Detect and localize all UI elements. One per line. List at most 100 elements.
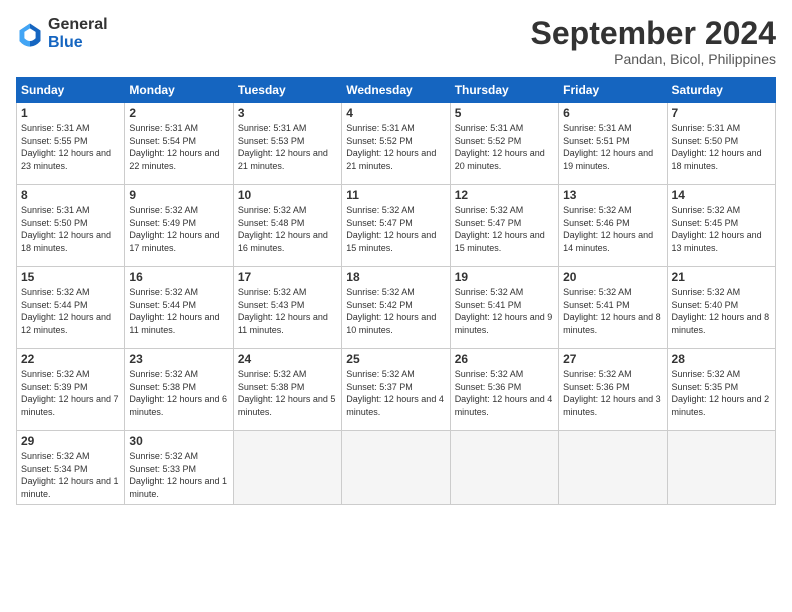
day-number: 3 — [238, 106, 337, 120]
sunrise-text: Sunrise: 5:32 AM — [346, 287, 415, 297]
header-wednesday: Wednesday — [342, 78, 450, 103]
sunrise-text: Sunrise: 5:31 AM — [346, 123, 415, 133]
sunset-text: Sunset: 5:44 PM — [21, 300, 88, 310]
sunset-text: Sunset: 5:53 PM — [238, 136, 305, 146]
sunrise-text: Sunrise: 5:31 AM — [455, 123, 524, 133]
sunset-text: Sunset: 5:50 PM — [21, 218, 88, 228]
day-number: 6 — [563, 106, 662, 120]
day-number: 17 — [238, 270, 337, 284]
daylight-text: Daylight: 12 hours and 4 minutes. — [346, 394, 444, 417]
sunset-text: Sunset: 5:45 PM — [672, 218, 739, 228]
calendar-cell: 22 Sunrise: 5:32 AM Sunset: 5:39 PM Dayl… — [17, 349, 125, 431]
calendar-cell: 30 Sunrise: 5:32 AM Sunset: 5:33 PM Dayl… — [125, 431, 233, 504]
daylight-text: Daylight: 12 hours and 17 minutes. — [129, 230, 219, 253]
sunset-text: Sunset: 5:38 PM — [129, 382, 196, 392]
sunset-text: Sunset: 5:41 PM — [563, 300, 630, 310]
daylight-text: Daylight: 12 hours and 21 minutes. — [346, 148, 436, 171]
sunset-text: Sunset: 5:54 PM — [129, 136, 196, 146]
month-title: September 2024 — [531, 16, 776, 51]
daylight-text: Daylight: 12 hours and 21 minutes. — [238, 148, 328, 171]
header-tuesday: Tuesday — [233, 78, 341, 103]
calendar-cell — [233, 431, 341, 504]
calendar-cell: 17 Sunrise: 5:32 AM Sunset: 5:43 PM Dayl… — [233, 267, 341, 349]
calendar-cell: 5 Sunrise: 5:31 AM Sunset: 5:52 PM Dayli… — [450, 103, 558, 185]
sunrise-text: Sunrise: 5:31 AM — [672, 123, 741, 133]
sunrise-text: Sunrise: 5:32 AM — [563, 369, 632, 379]
sunrise-text: Sunrise: 5:32 AM — [129, 369, 198, 379]
sunrise-text: Sunrise: 5:32 AM — [563, 287, 632, 297]
calendar-cell: 23 Sunrise: 5:32 AM Sunset: 5:38 PM Dayl… — [125, 349, 233, 431]
sunset-text: Sunset: 5:39 PM — [21, 382, 88, 392]
page-container: General Blue September 2024 Pandan, Bico… — [0, 0, 792, 612]
day-number: 30 — [129, 434, 228, 448]
header-saturday: Saturday — [667, 78, 775, 103]
calendar-cell: 1 Sunrise: 5:31 AM Sunset: 5:55 PM Dayli… — [17, 103, 125, 185]
daylight-text: Daylight: 12 hours and 7 minutes. — [21, 394, 119, 417]
sunrise-text: Sunrise: 5:32 AM — [346, 205, 415, 215]
weekday-header-row: Sunday Monday Tuesday Wednesday Thursday… — [17, 78, 776, 103]
sunrise-text: Sunrise: 5:32 AM — [129, 205, 198, 215]
daylight-text: Daylight: 12 hours and 11 minutes. — [129, 312, 219, 335]
daylight-text: Daylight: 12 hours and 22 minutes. — [129, 148, 219, 171]
calendar-cell: 14 Sunrise: 5:32 AM Sunset: 5:45 PM Dayl… — [667, 185, 775, 267]
sunrise-text: Sunrise: 5:32 AM — [672, 369, 741, 379]
day-number: 18 — [346, 270, 445, 284]
day-number: 22 — [21, 352, 120, 366]
daylight-text: Daylight: 12 hours and 14 minutes. — [563, 230, 653, 253]
sunrise-text: Sunrise: 5:32 AM — [672, 287, 741, 297]
sunrise-text: Sunrise: 5:31 AM — [129, 123, 198, 133]
day-number: 5 — [455, 106, 554, 120]
sunrise-text: Sunrise: 5:32 AM — [129, 287, 198, 297]
sunrise-text: Sunrise: 5:32 AM — [346, 369, 415, 379]
sunrise-text: Sunrise: 5:32 AM — [455, 205, 524, 215]
calendar-cell: 15 Sunrise: 5:32 AM Sunset: 5:44 PM Dayl… — [17, 267, 125, 349]
calendar-cell: 21 Sunrise: 5:32 AM Sunset: 5:40 PM Dayl… — [667, 267, 775, 349]
daylight-text: Daylight: 12 hours and 10 minutes. — [346, 312, 436, 335]
logo-text: General Blue — [48, 16, 108, 51]
sunrise-text: Sunrise: 5:32 AM — [21, 369, 90, 379]
day-number: 7 — [672, 106, 771, 120]
sunrise-text: Sunrise: 5:32 AM — [455, 369, 524, 379]
day-number: 29 — [21, 434, 120, 448]
calendar-cell — [342, 431, 450, 504]
daylight-text: Daylight: 12 hours and 18 minutes. — [672, 148, 762, 171]
sunrise-text: Sunrise: 5:32 AM — [672, 205, 741, 215]
sunrise-text: Sunrise: 5:32 AM — [563, 205, 632, 215]
calendar-cell: 13 Sunrise: 5:32 AM Sunset: 5:46 PM Dayl… — [559, 185, 667, 267]
sunset-text: Sunset: 5:49 PM — [129, 218, 196, 228]
header-sunday: Sunday — [17, 78, 125, 103]
calendar-cell: 4 Sunrise: 5:31 AM Sunset: 5:52 PM Dayli… — [342, 103, 450, 185]
sunrise-text: Sunrise: 5:32 AM — [129, 451, 198, 461]
day-number: 25 — [346, 352, 445, 366]
sunset-text: Sunset: 5:52 PM — [346, 136, 413, 146]
daylight-text: Daylight: 12 hours and 16 minutes. — [238, 230, 328, 253]
day-number: 10 — [238, 188, 337, 202]
calendar-cell: 19 Sunrise: 5:32 AM Sunset: 5:41 PM Dayl… — [450, 267, 558, 349]
calendar-cell: 18 Sunrise: 5:32 AM Sunset: 5:42 PM Dayl… — [342, 267, 450, 349]
day-number: 4 — [346, 106, 445, 120]
calendar-cell: 11 Sunrise: 5:32 AM Sunset: 5:47 PM Dayl… — [342, 185, 450, 267]
sunset-text: Sunset: 5:37 PM — [346, 382, 413, 392]
day-number: 24 — [238, 352, 337, 366]
header-friday: Friday — [559, 78, 667, 103]
sunset-text: Sunset: 5:43 PM — [238, 300, 305, 310]
sunset-text: Sunset: 5:48 PM — [238, 218, 305, 228]
sunset-text: Sunset: 5:33 PM — [129, 464, 196, 474]
day-number: 16 — [129, 270, 228, 284]
sunset-text: Sunset: 5:47 PM — [455, 218, 522, 228]
daylight-text: Daylight: 12 hours and 9 minutes. — [455, 312, 553, 335]
sunset-text: Sunset: 5:50 PM — [672, 136, 739, 146]
sunrise-text: Sunrise: 5:31 AM — [238, 123, 307, 133]
header-monday: Monday — [125, 78, 233, 103]
calendar-cell — [450, 431, 558, 504]
daylight-text: Daylight: 12 hours and 2 minutes. — [672, 394, 770, 417]
day-number: 1 — [21, 106, 120, 120]
logo-icon — [16, 20, 44, 48]
sunset-text: Sunset: 5:40 PM — [672, 300, 739, 310]
sunrise-text: Sunrise: 5:32 AM — [455, 287, 524, 297]
calendar-cell: 24 Sunrise: 5:32 AM Sunset: 5:38 PM Dayl… — [233, 349, 341, 431]
day-number: 26 — [455, 352, 554, 366]
daylight-text: Daylight: 12 hours and 12 minutes. — [21, 312, 111, 335]
sunset-text: Sunset: 5:36 PM — [455, 382, 522, 392]
day-number: 8 — [21, 188, 120, 202]
